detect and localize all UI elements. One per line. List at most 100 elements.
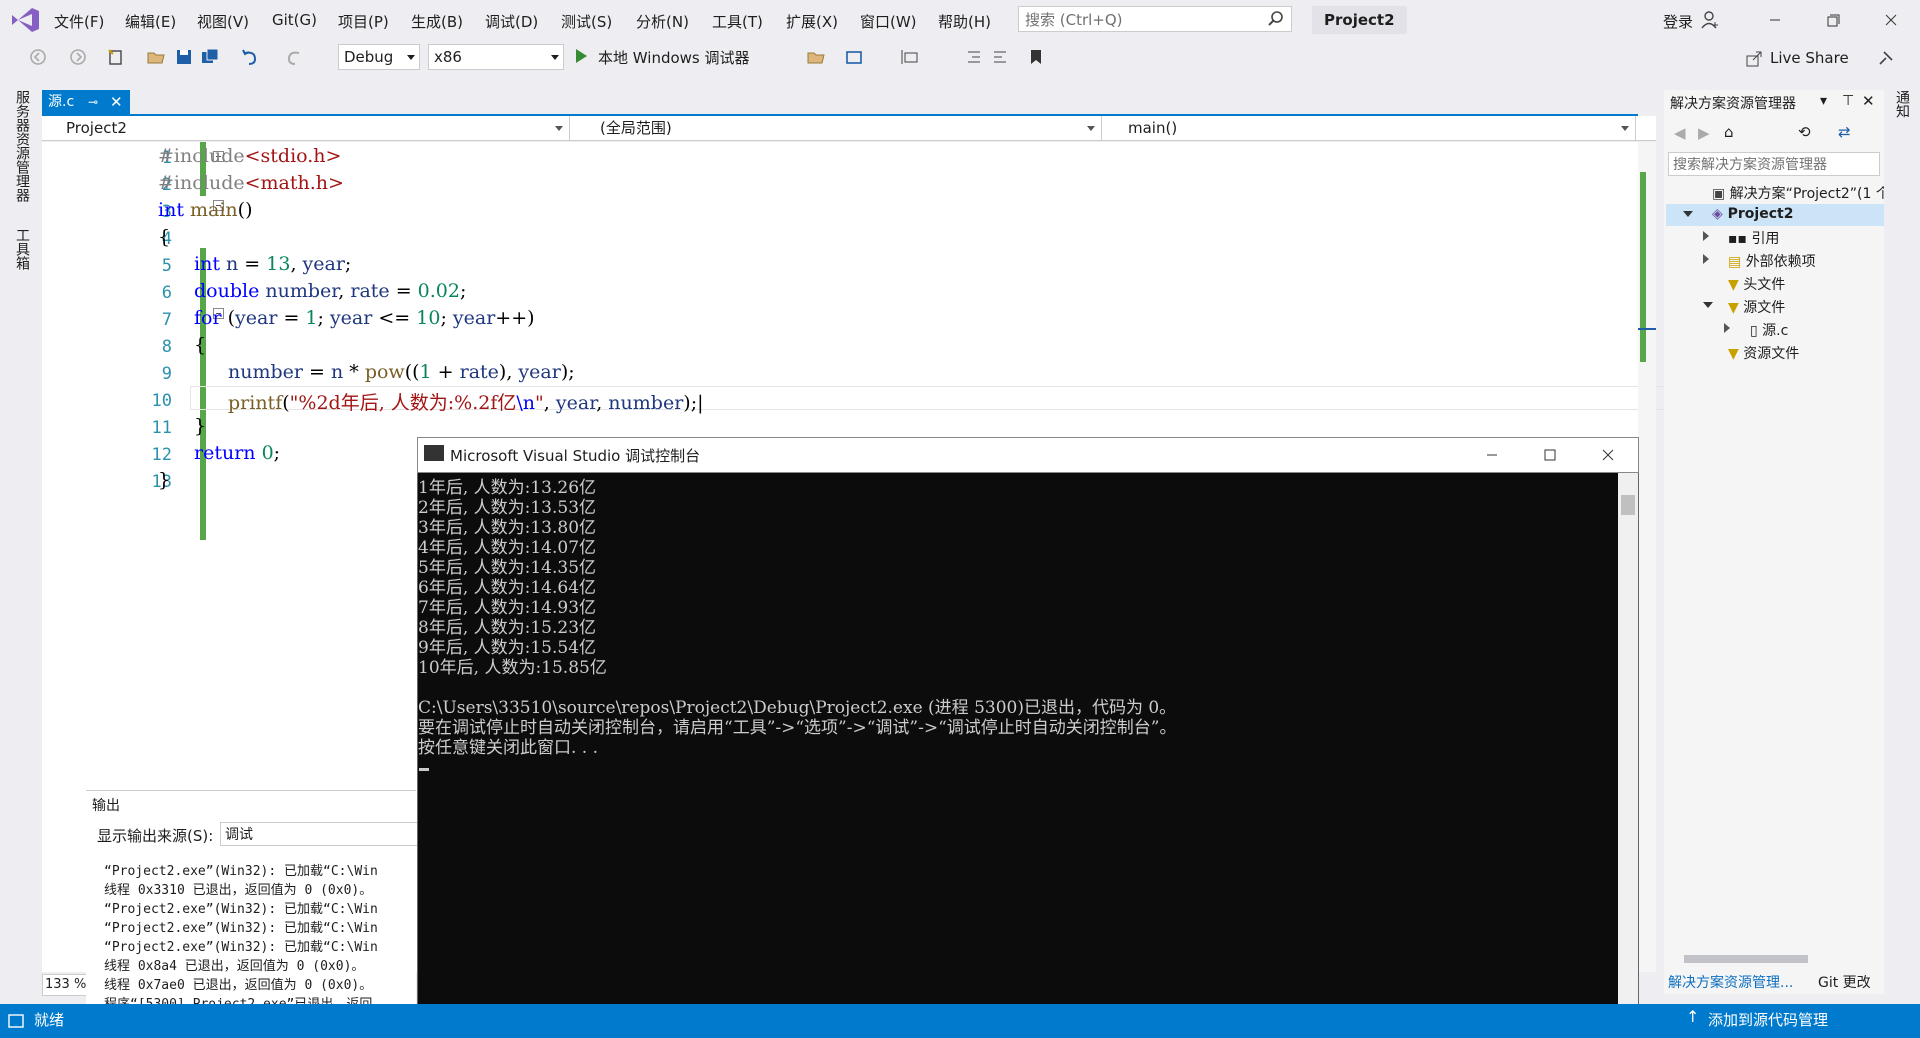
back-icon[interactable] [28,47,48,67]
menu-analyze[interactable]: 分析(N) [636,11,689,32]
login-link[interactable]: 登录 [1663,11,1693,32]
menu-build[interactable]: 生成(B) [411,11,463,32]
menu-git[interactable]: Git(G) [272,11,317,29]
new-project-icon[interactable] [106,47,126,67]
code-line[interactable]: int n = 13, year; [194,253,351,275]
maximize-icon[interactable] [1538,443,1562,467]
pin-icon[interactable]: ⊤ [1842,93,1854,109]
play-icon[interactable] [576,49,587,63]
tree-item-source-c[interactable]: ▯ 源.c [1750,320,1788,340]
menu-help[interactable]: 帮助(H) [938,11,991,32]
code-line[interactable]: #include<math.h> [158,172,344,194]
collapse-icon[interactable] [1724,323,1730,333]
solution-hscroll[interactable] [1668,952,1880,966]
tree-item-references[interactable]: ▪▪ 引用 [1728,228,1779,248]
undo-icon[interactable] [240,47,260,67]
pin-icon[interactable]: ⊸ [88,90,98,114]
nav-function-select[interactable]: main() [1102,116,1636,140]
editor-scrollbar[interactable] [1638,142,1656,972]
nav-scope-select[interactable]: (全局范围) [570,116,1102,140]
code-line[interactable]: printf("%2d年后, 人数为:%.2f亿\n", year, numbe… [228,388,704,415]
chevron-down-icon [555,126,563,131]
console-scrollbar[interactable] [1618,473,1638,1031]
open-folder-icon[interactable] [146,47,166,67]
collapse-icon[interactable] [1703,254,1709,264]
user-icon[interactable] [1700,10,1720,30]
save-icon[interactable] [174,47,194,67]
dropdown-icon[interactable]: ▾ [1820,93,1827,109]
solution-search-input[interactable]: 搜索解决方案资源管理器 [1668,152,1880,176]
home-icon[interactable] [844,47,864,67]
tab-solution-explorer[interactable]: 解决方案资源管理... [1668,972,1793,992]
indent-icon[interactable] [964,47,984,67]
search-input[interactable]: 搜索 (Ctrl+Q) [1018,6,1292,32]
menu-project[interactable]: 项目(P) [338,11,389,32]
tree-item-resource-files[interactable]: ▼ 资源文件 [1728,343,1799,363]
filter-folder-icon: ▼ [1728,300,1744,316]
live-share-icon[interactable] [1745,50,1763,68]
step-icon[interactable] [900,47,920,67]
tree-item-header-files[interactable]: ▼ 头文件 [1728,274,1785,294]
tree-item-solution[interactable]: ▣ 解决方案“Project2”(1 个项 [1712,183,1904,203]
scroll-thumb[interactable] [1684,955,1808,963]
notifications-tab[interactable]: 通知 [1892,90,1912,118]
forward-icon[interactable]: ▶ [1698,124,1710,142]
close-icon[interactable]: ✕ [1862,92,1875,110]
toolbox-tab[interactable]: 工具箱 [12,228,32,270]
platform-select[interactable]: x86 [428,44,564,70]
outdent-icon[interactable] [990,47,1010,67]
menu-test[interactable]: 测试(S) [561,11,612,32]
code-line[interactable]: int main() [158,199,253,221]
tree-item-external-deps[interactable]: ▤ 外部依赖项 [1728,251,1816,271]
refresh-icon[interactable]: ⇄ [1838,123,1851,141]
redo-icon[interactable] [284,47,304,67]
code-line[interactable]: for (year = 1; year <= 10; year++) [194,307,535,329]
zoom-level[interactable]: 133 % [42,974,92,996]
config-select[interactable]: Debug [338,44,420,70]
code-line[interactable]: return 0; [194,442,280,464]
output-source-select[interactable]: 调试 [220,822,420,846]
menu-edit[interactable]: 编辑(E) [125,11,176,32]
menu-extensions[interactable]: 扩展(X) [786,11,838,32]
history-icon[interactable]: ⟲ [1798,123,1811,141]
menu-view[interactable]: 视图(V) [197,11,249,32]
restore-icon[interactable] [1820,8,1846,32]
expand-icon[interactable] [1683,211,1693,217]
nav-project-select[interactable]: Project2 [42,116,570,140]
tree-item-project[interactable]: ◈ Project2 [1712,206,1793,222]
add-to-source-control-button[interactable]: 添加到源代码管理 [1708,1009,1828,1030]
close-tab-icon[interactable]: ✕ [110,90,123,114]
menu-tools[interactable]: 工具(T) [712,11,763,32]
expand-icon[interactable] [1703,302,1713,308]
home-icon[interactable]: ⌂ [1724,123,1734,141]
live-share-button[interactable]: Live Share [1770,49,1849,67]
code-line[interactable]: { [158,226,170,248]
code-line[interactable]: } [194,415,206,437]
code-line[interactable]: #include<stdio.h> [158,145,341,167]
server-explorer-tab[interactable]: 服务器资源管理器 [12,90,32,202]
tree-item-source-files[interactable]: ▼ 源文件 [1728,297,1785,317]
save-all-icon[interactable] [200,47,220,67]
open-folder-icon[interactable] [806,47,826,67]
menu-file[interactable]: 文件(F) [54,11,104,32]
bookmark-icon[interactable] [1026,47,1046,67]
minimize-icon[interactable] [1480,443,1504,467]
visual-studio-logo-icon[interactable] [10,6,40,34]
close-icon[interactable] [1878,8,1904,32]
feedback-icon[interactable] [1876,48,1896,68]
menu-debug[interactable]: 调试(D) [485,11,538,32]
scroll-thumb[interactable] [1621,495,1635,515]
code-line[interactable]: { [194,334,206,356]
menu-window[interactable]: 窗口(W) [860,11,917,32]
back-icon[interactable]: ◀ [1674,124,1686,142]
code-line[interactable]: } [158,469,170,491]
run-debugger-button[interactable]: 本地 Windows 调试器 [598,47,750,68]
code-line[interactable]: number = n * pow((1 + rate), year); [228,361,575,383]
collapse-icon[interactable] [1703,231,1709,241]
minimize-icon[interactable] [1762,8,1788,32]
tab-git-changes[interactable]: Git 更改 [1818,972,1871,992]
code-line[interactable]: double number, rate = 0.02; [194,280,466,302]
forward-icon[interactable] [68,47,88,67]
tab-source-file[interactable]: 源.c ⊸ ✕ [42,90,130,114]
close-icon[interactable] [1596,443,1620,467]
